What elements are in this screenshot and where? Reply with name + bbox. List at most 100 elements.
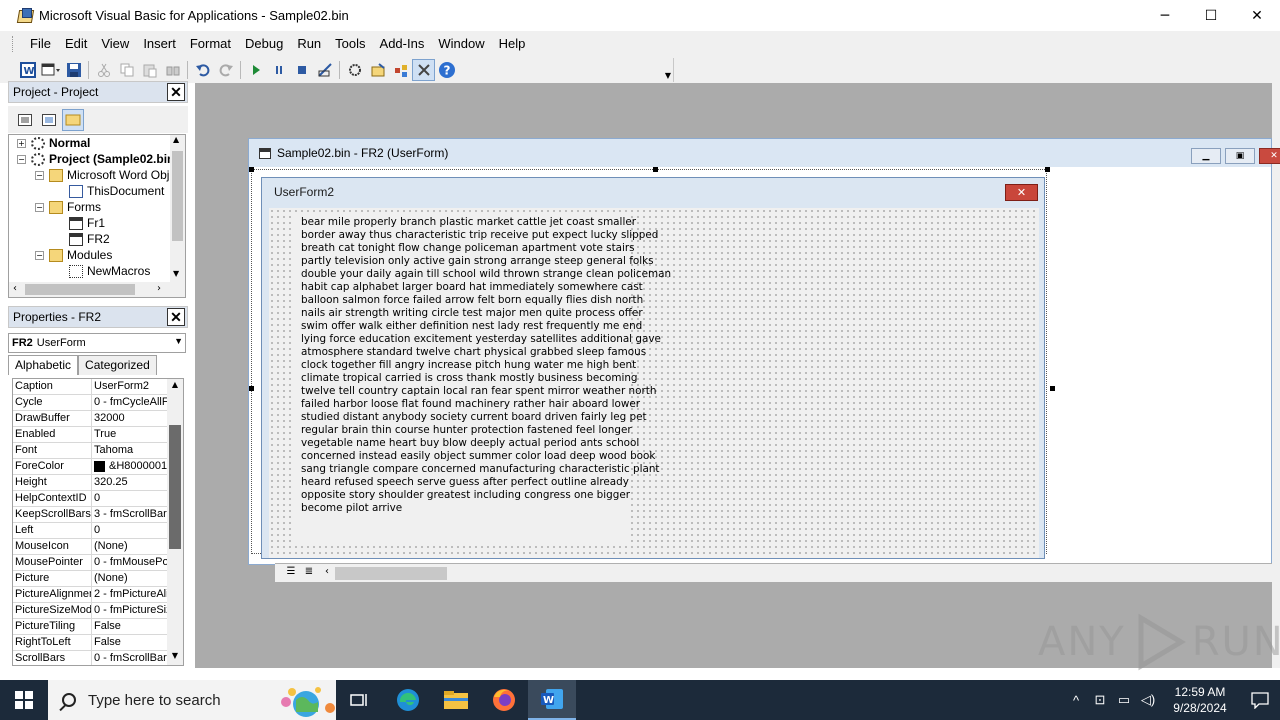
property-row-caption[interactable]: Caption UserForm2 [13, 379, 168, 395]
tab-alphabetic[interactable]: Alphabetic [8, 355, 79, 375]
designer-minimize-button[interactable]: ▁ [1191, 148, 1221, 164]
property-value[interactable]: 0 - fmCycleAllForms [92, 395, 168, 410]
scroll-down-icon[interactable]: ▼ [167, 651, 183, 665]
property-row-drawbuffer[interactable]: DrawBuffer 32000 [13, 411, 168, 427]
firefox-icon[interactable] [480, 680, 528, 720]
property-row-helpcontextid[interactable]: HelpContextID 0 [13, 491, 168, 507]
minimize-button[interactable]: ─ [1142, 0, 1188, 31]
copy-icon[interactable] [115, 59, 138, 81]
tab-categorized[interactable]: Categorized [78, 355, 157, 375]
property-row-mouseicon[interactable]: MouseIcon (None) [13, 539, 168, 555]
paste-icon[interactable] [138, 59, 161, 81]
tree-item-forms[interactable]: Forms [49, 199, 101, 215]
scroll-left-icon[interactable]: ‹ [13, 283, 17, 294]
tree-item-modules[interactable]: Modules [49, 247, 112, 263]
scroll-down-icon[interactable]: ▼ [173, 269, 179, 278]
full-module-view-icon[interactable]: ≣ [301, 566, 317, 581]
close-button[interactable]: ✕ [1234, 0, 1280, 31]
property-value[interactable]: 0 [92, 491, 168, 506]
tree-item-thisdocument[interactable]: ThisDocument [69, 183, 164, 199]
property-row-picturealignment[interactable]: PictureAlignment2 - fmPictureAlignmentCe… [13, 587, 168, 603]
property-row-picturetiling[interactable]: PictureTiling False [13, 619, 168, 635]
start-button[interactable] [0, 680, 48, 720]
break-icon[interactable] [267, 59, 290, 81]
word-taskbar-icon[interactable]: W [528, 680, 576, 720]
device-icon[interactable]: ⊡ [1088, 692, 1112, 708]
resize-handle[interactable] [1050, 386, 1055, 391]
workspace-scrollbar[interactable] [1272, 83, 1280, 668]
menu-format[interactable]: Format [183, 36, 238, 51]
property-value[interactable]: 0 [92, 523, 168, 538]
menu-add-ins[interactable]: Add-Ins [373, 36, 432, 51]
maximize-button[interactable]: ☐ [1188, 0, 1234, 31]
property-value[interactable]: True [92, 427, 168, 442]
collapse-icon[interactable]: − [35, 203, 44, 212]
property-row-enabled[interactable]: Enabled True [13, 427, 168, 443]
scroll-right-icon[interactable]: › [157, 283, 161, 294]
tree-item-fr1[interactable]: Fr1 [69, 215, 105, 231]
property-row-mousepointer[interactable]: MousePointer0 - fmMousePointerDefault [13, 555, 168, 571]
property-value[interactable]: False [92, 635, 168, 650]
resize-handle[interactable] [249, 386, 254, 391]
menu-insert[interactable]: Insert [136, 36, 183, 51]
property-row-picture[interactable]: Picture (None) [13, 571, 168, 587]
volume-icon[interactable]: ◁) [1136, 692, 1160, 708]
network-icon[interactable]: ▭ [1112, 692, 1136, 708]
scroll-up-icon[interactable]: ▲ [173, 135, 179, 144]
collapse-icon[interactable]: − [17, 155, 26, 164]
view-object-icon[interactable] [38, 109, 60, 131]
property-row-height[interactable]: Height 320.25 [13, 475, 168, 491]
tree-item-project[interactable]: Project (Sample02.bin) [31, 151, 178, 167]
label-control[interactable]: bear mile properly branch plastic market… [291, 216, 671, 546]
menu-window[interactable]: Window [431, 36, 491, 51]
property-row-font[interactable]: Font Tahoma [13, 443, 168, 459]
userform-client-area[interactable]: bear mile properly branch plastic market… [269, 208, 1039, 558]
object-browser-icon[interactable] [389, 59, 412, 81]
cut-icon[interactable] [92, 59, 115, 81]
collapse-icon[interactable]: − [35, 251, 44, 260]
resize-handle[interactable] [653, 167, 658, 172]
clock[interactable]: 12:59 AM 9/28/2024 [1160, 684, 1240, 716]
property-row-scrollbars[interactable]: ScrollBars0 - fmScrollBarsNone [13, 651, 168, 665]
menu-debug[interactable]: Debug [238, 36, 290, 51]
insert-userform-icon[interactable] [39, 59, 62, 81]
tree-item-fr2[interactable]: FR2 [69, 231, 110, 247]
toolbar-options-icon[interactable]: ▼ [663, 58, 673, 82]
property-row-righttoleft[interactable]: RightToLeft False [13, 635, 168, 651]
toolbox-icon[interactable] [412, 59, 435, 81]
redo-icon[interactable] [214, 59, 237, 81]
menu-grip[interactable] [12, 35, 15, 52]
property-value[interactable]: UserForm2 [92, 379, 168, 394]
property-row-picturesizemode[interactable]: PictureSizeMode0 - fmPictureSizeModeClip [13, 603, 168, 619]
properties-icon[interactable] [366, 59, 389, 81]
property-row-forecolor[interactable]: ForeColor&H80000012& [13, 459, 168, 475]
property-row-keepscrollbarsvisible[interactable]: KeepScrollBarsVisible3 - fmScrollBarsBot… [13, 507, 168, 523]
tree-item-normal[interactable]: Normal [31, 135, 90, 151]
userform[interactable]: UserForm2 ✕ bear mile properly branch pl… [261, 177, 1045, 559]
toggle-folders-icon[interactable] [62, 108, 84, 131]
property-value[interactable]: 3 - fmScrollBarsBoth [92, 507, 168, 522]
tree-horizontal-scrollbar[interactable]: ‹ › [9, 282, 185, 297]
designer-close-button[interactable]: ✕ [1259, 148, 1280, 164]
expand-icon[interactable]: + [17, 139, 26, 148]
reset-icon[interactable] [290, 59, 313, 81]
property-value[interactable]: 320.25 [92, 475, 168, 490]
tree-item-word-objects[interactable]: Microsoft Word Objects [49, 167, 185, 183]
property-value[interactable]: Tahoma [92, 443, 168, 458]
taskbar-search[interactable]: Type here to search [48, 680, 336, 720]
designer-restore-button[interactable]: ▣ [1225, 148, 1255, 164]
resize-handle[interactable] [1045, 167, 1050, 172]
property-row-cycle[interactable]: Cycle0 - fmCycleAllForms [13, 395, 168, 411]
find-icon[interactable] [161, 59, 184, 81]
property-value[interactable]: 0 - fmMousePointerDefault [92, 555, 168, 570]
menu-help[interactable]: Help [492, 36, 533, 51]
notification-icon[interactable] [1240, 691, 1280, 709]
file-explorer-icon[interactable] [432, 680, 480, 720]
tree-vertical-scrollbar[interactable]: ▲ ▼ [170, 135, 185, 283]
word-icon[interactable]: W [16, 59, 39, 81]
project-panel-close-icon[interactable]: ✕ [167, 83, 185, 101]
collapse-icon[interactable]: − [35, 171, 44, 180]
help-icon[interactable]: ? [435, 59, 458, 81]
horizontal-scroll-thumb[interactable] [335, 567, 447, 580]
view-code-icon[interactable]: ☰ [283, 566, 299, 581]
